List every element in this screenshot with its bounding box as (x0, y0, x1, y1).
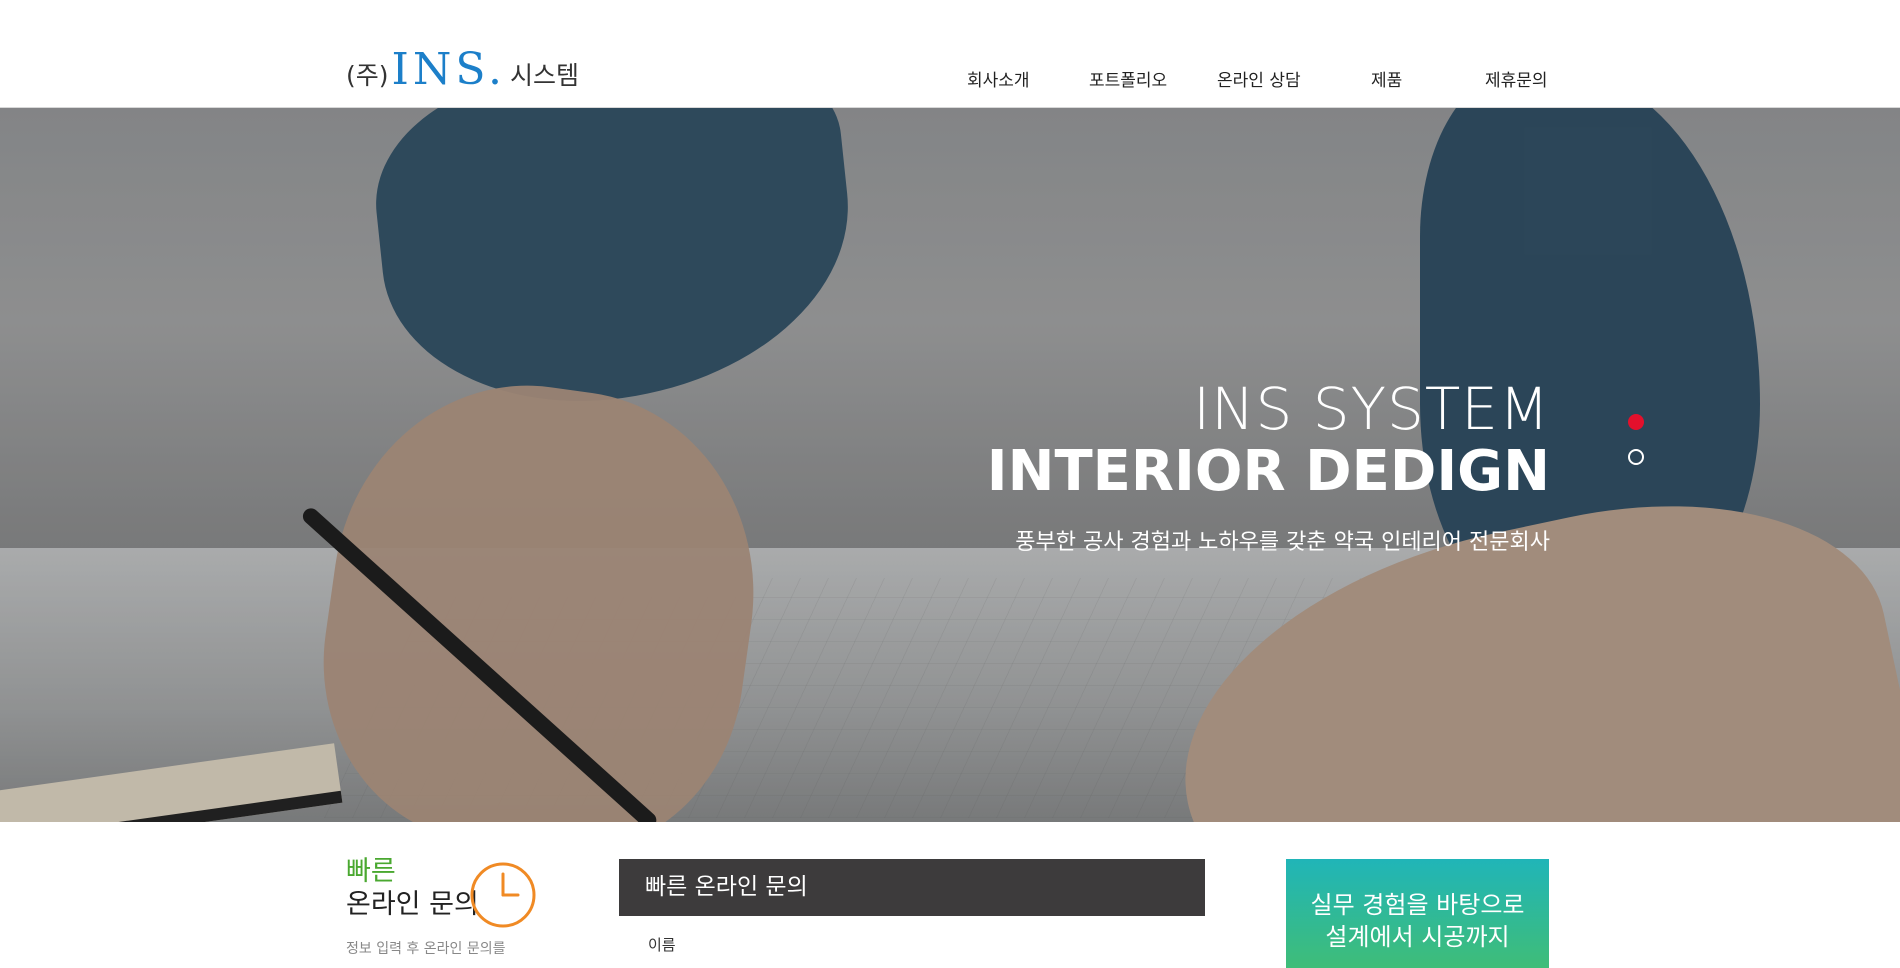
nav-item-products[interactable]: 제품 (1371, 66, 1402, 91)
hero-title-line1: INS SYSTEM (1193, 375, 1550, 443)
nav-item-company[interactable]: 회사소개 (967, 66, 1030, 91)
hero-overlay (0, 108, 1900, 822)
main-nav: 회사소개 포트폴리오 온라인 상담 제품 제휴문의 (0, 66, 1900, 91)
site-header: (주) INS. 시스템 회사소개 포트폴리오 온라인 상담 제품 제휴문의 (0, 0, 1900, 108)
nav-item-portfolio[interactable]: 포트폴리오 (1089, 66, 1167, 91)
clock-icon (470, 862, 536, 928)
hero-subtitle: 풍부한 공사 경험과 노하우를 갖춘 약국 인테리어 전문회사 (1015, 530, 1550, 555)
hero-caption: INS SYSTEM INTERIOR DEDIGN 풍부한 공사 경험과 노하… (987, 378, 1550, 556)
promo-line1: 실무 경험을 바탕으로 (1310, 891, 1525, 919)
hero-slider: INS SYSTEM INTERIOR DEDIGN 풍부한 공사 경험과 노하… (0, 108, 1900, 822)
slider-dot-2[interactable] (1628, 449, 1644, 465)
nav-item-online-consult[interactable]: 온라인 상담 (1217, 66, 1301, 91)
inquiry-form-header: 빠른 온라인 문의 (619, 859, 1205, 916)
quick-description: 정보 입력 후 온라인 문의를 (346, 941, 506, 957)
nav-item-partnership[interactable]: 제휴문의 (1485, 66, 1548, 91)
hero-title-line2: INTERIOR DEDIGN (986, 439, 1550, 504)
name-field-label: 이름 (648, 936, 676, 954)
slider-dot-1[interactable] (1628, 414, 1644, 430)
promo-banner[interactable]: 실무 경험을 바탕으로 설계에서 시공까지 (1286, 859, 1549, 968)
slider-pagination (1628, 414, 1644, 484)
promo-line2: 설계에서 시공까지 (1325, 923, 1510, 951)
